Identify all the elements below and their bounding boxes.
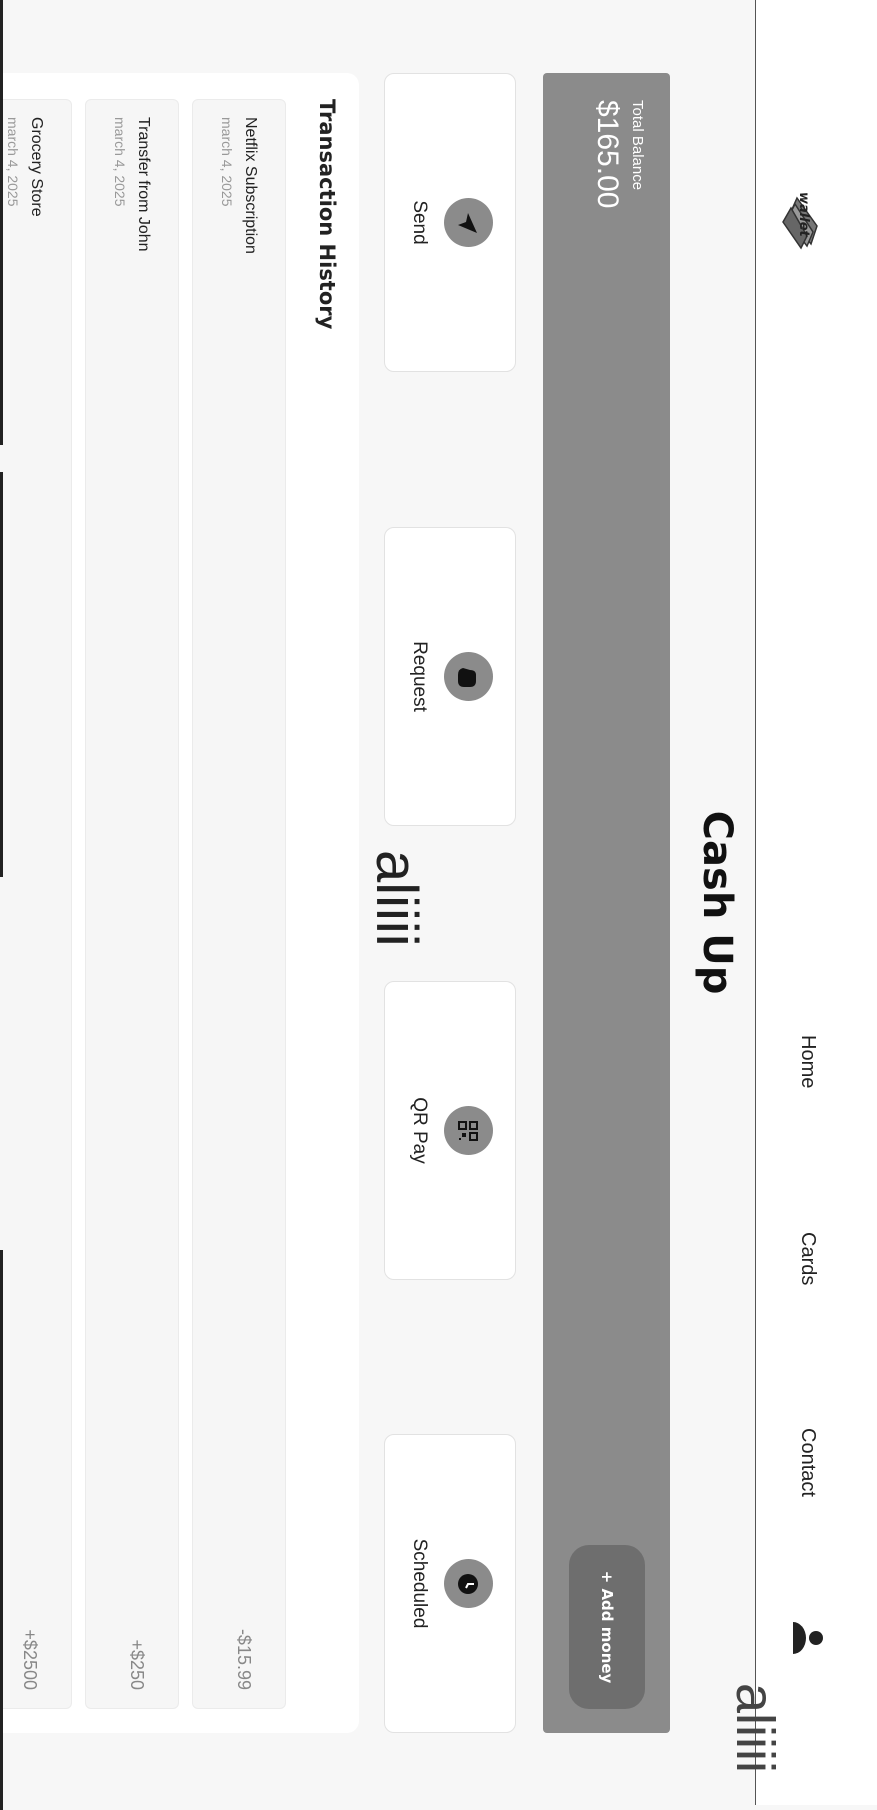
- user-icon[interactable]: [793, 1620, 825, 1656]
- qr-pay-action-card[interactable]: QR Pay: [384, 981, 516, 1280]
- balance-amount: $165.00: [591, 100, 624, 209]
- nav-link-cards[interactable]: Cards: [796, 1232, 819, 1285]
- nav-link-contact[interactable]: Contact: [796, 1428, 819, 1497]
- send-action-card[interactable]: Send: [384, 73, 516, 372]
- transaction-amount: -$15.99: [234, 1628, 254, 1690]
- balance-label: Total Balance: [629, 100, 646, 191]
- send-action-label: Send: [409, 200, 430, 245]
- hand-icon: [444, 652, 493, 701]
- scheduled-action-label: Scheduled: [409, 1538, 430, 1629]
- transaction-history-title: Transaction History: [315, 99, 339, 330]
- transaction-name: Transfer from John: [135, 117, 152, 252]
- send-icon: [444, 198, 493, 247]
- transaction-date: march 4, 2025: [5, 117, 21, 207]
- transaction-name: Grocery Store: [28, 117, 45, 217]
- edge-line: [0, 1250, 3, 1810]
- transaction-row[interactable]: Transfer from John march 4, 2025 +$250: [85, 99, 179, 1709]
- clock-icon: [444, 1559, 493, 1608]
- balance-card: Total Balance $165.00 + Add money: [543, 73, 670, 1733]
- add-money-button[interactable]: + Add money: [569, 1545, 645, 1709]
- transaction-date: march 4, 2025: [112, 117, 128, 207]
- qr-icon: [444, 1106, 493, 1155]
- transaction-amount: +$2500: [20, 1629, 40, 1690]
- nav-link-home[interactable]: Home: [796, 1035, 819, 1088]
- app-title: Cash Up: [694, 810, 740, 995]
- edge-line: [0, 0, 3, 445]
- app-stage: wallet Home Cards Contact aliiii Cash Up…: [0, 0, 877, 1810]
- top-navbar: wallet Home Cards Contact aliiii: [725, 0, 877, 1805]
- transaction-history-panel: Transaction History Netflix Subscription…: [0, 73, 359, 1733]
- transaction-row[interactable]: Netflix Subscription march 4, 2025 -$15.…: [192, 99, 286, 1709]
- request-action-card[interactable]: Request: [384, 527, 516, 826]
- qr-pay-action-label: QR Pay: [409, 1097, 430, 1164]
- transaction-row[interactable]: Grocery Store march 4, 2025 +$2500: [0, 99, 72, 1709]
- transaction-amount: +$250: [127, 1639, 147, 1690]
- request-action-label: Request: [409, 641, 430, 712]
- scheduled-action-card[interactable]: Scheduled: [384, 1434, 516, 1733]
- transaction-date: march 4, 2025: [219, 117, 235, 207]
- transaction-name: Netflix Subscription: [242, 117, 259, 254]
- edge-line: [0, 472, 3, 877]
- logo-text: wallet: [796, 192, 811, 237]
- overlay-stamp-text: aliiii: [364, 850, 429, 947]
